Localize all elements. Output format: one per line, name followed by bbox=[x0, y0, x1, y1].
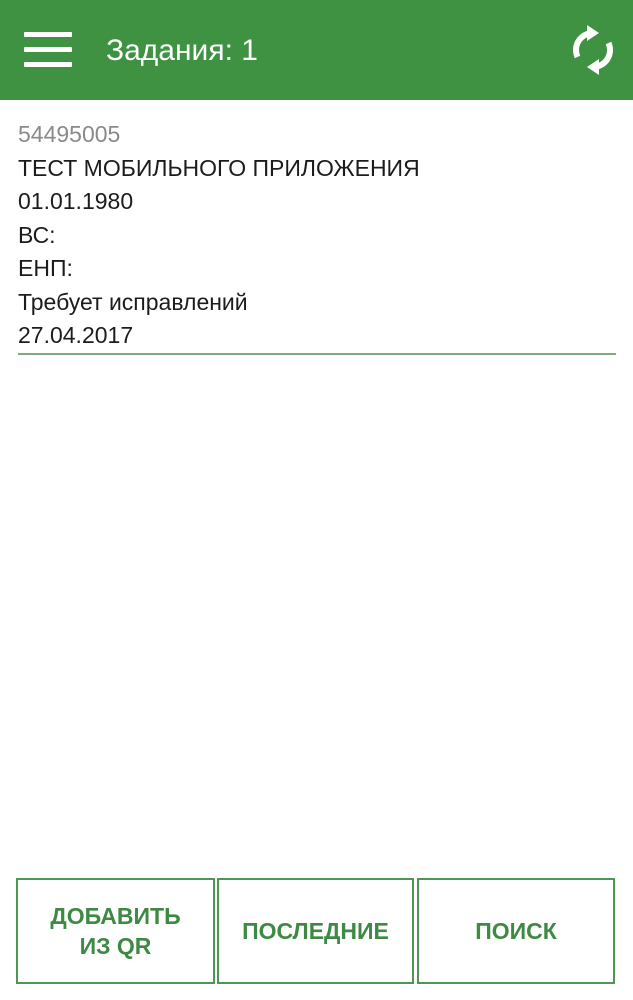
task-enp: ЕНП: bbox=[18, 255, 73, 281]
recent-button[interactable]: ПОСЛЕДНИЕ bbox=[217, 878, 414, 984]
task-list-item[interactable]: 54495005 ТЕСТ МОБИЛЬНОГО ПРИЛОЖЕНИЯ 01.0… bbox=[18, 118, 616, 355]
task-id: 54495005 bbox=[18, 121, 121, 147]
search-label: ПОИСК bbox=[475, 918, 557, 944]
task-birth-date: 01.01.1980 bbox=[18, 188, 134, 214]
task-date: 27.04.2017 bbox=[18, 322, 134, 348]
add-from-qr-label: ДОБАВИТЬ ИЗ QR bbox=[50, 903, 181, 959]
app-screen: Задания: 1 54495005 ТЕСТ МОБИЛЬНОГО ПРИЛ… bbox=[0, 0, 633, 1000]
task-vs: ВС: bbox=[18, 221, 56, 248]
page-title: Задания: 1 bbox=[106, 34, 258, 67]
task-name: ТЕСТ МОБИЛЬНОГО ПРИЛОЖЕНИЯ bbox=[18, 154, 420, 181]
search-button[interactable]: ПОИСК bbox=[417, 878, 615, 984]
sync-button[interactable] bbox=[565, 22, 621, 78]
sync-icon bbox=[573, 25, 613, 75]
app-bar: Задания: 1 bbox=[0, 0, 633, 100]
recent-label: ПОСЛЕДНИЕ bbox=[242, 918, 389, 944]
add-from-qr-button[interactable]: ДОБАВИТЬ ИЗ QR bbox=[16, 878, 215, 984]
task-status: Требует исправлений bbox=[18, 288, 248, 315]
menu-button[interactable] bbox=[16, 22, 78, 78]
bottom-action-bar: ДОБАВИТЬ ИЗ QR ПОСЛЕДНИЕ ПОИСК bbox=[16, 878, 617, 984]
